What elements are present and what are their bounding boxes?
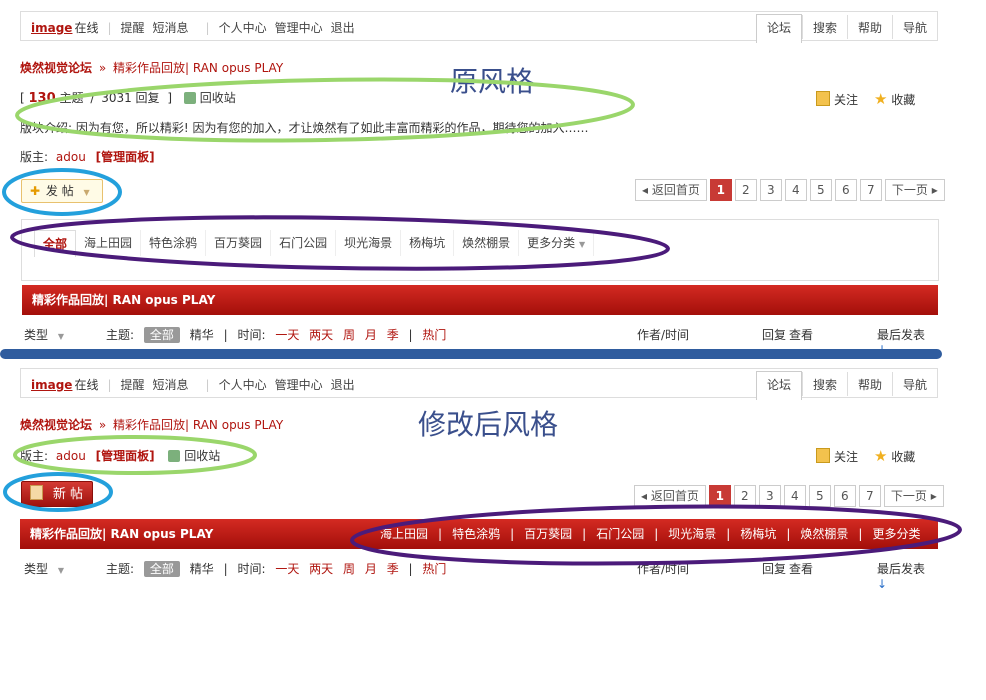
blue-highlight-new-thread [3,472,113,512]
green-highlight-moderator [13,435,257,475]
blue-highlight-post-btn [2,168,122,216]
annotation-overlay [2,77,962,566]
purple-highlight-inline-cats [350,504,962,566]
purple-highlight-categories [10,215,670,271]
green-highlight-stats [15,77,635,143]
